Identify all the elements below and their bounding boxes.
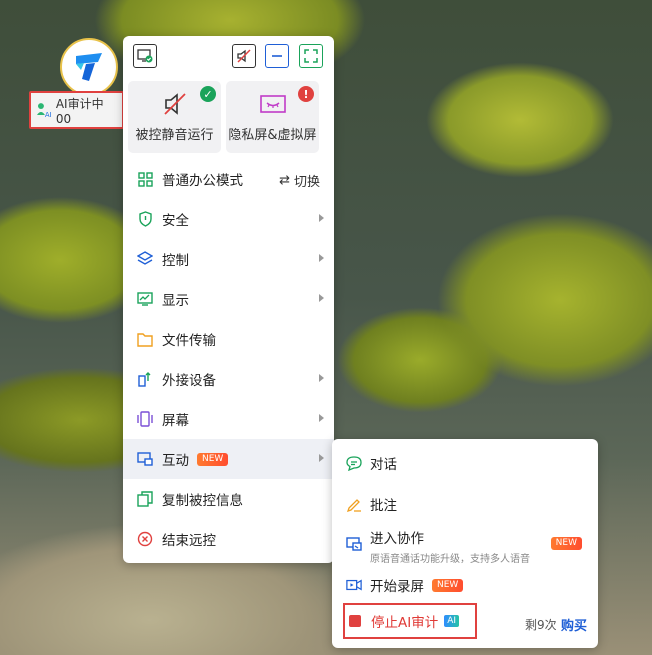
submenu-chat-label: 对话 [370, 457, 397, 473]
app-logo[interactable] [60, 38, 118, 96]
menu-item-file-transfer[interactable]: 文件传输 [123, 319, 334, 359]
chat-bubble-icon [346, 455, 362, 471]
menu-item-end-remote[interactable]: 结束远控 [123, 519, 334, 559]
grid-icon [137, 171, 153, 187]
chevron-right-icon [319, 214, 324, 222]
stop-ai-audit-label: 停止AI审计 [371, 615, 439, 631]
chevron-right-icon [319, 414, 324, 422]
ai-tag: AI [444, 615, 460, 627]
alert-icon: ! [298, 86, 314, 102]
close-circle-icon [137, 531, 153, 547]
menu-item-display[interactable]: 显示 [123, 279, 334, 319]
menu-item-security[interactable]: 安全 [123, 199, 334, 239]
menu-item-label: 结束远控 [162, 533, 216, 549]
submenu-item-annotate[interactable]: 批注 [332, 494, 598, 514]
copy-icon [137, 491, 153, 507]
pen-icon [346, 496, 362, 512]
menu-item-label: 控制 [162, 253, 189, 269]
swap-icon: ⇄ [279, 173, 290, 188]
chevron-right-icon [319, 454, 324, 462]
submenu-item-record[interactable]: 开始录屏 NEW [332, 575, 598, 595]
office-mode-label: 普通办公模式 [162, 173, 243, 189]
new-badge: NEW [550, 537, 582, 550]
video-camera-icon [346, 577, 362, 593]
fullscreen-icon [304, 49, 318, 63]
submenu-record-label: 开始录屏 [370, 579, 424, 595]
new-badge: NEW [197, 452, 229, 466]
collab-text: 进入协作 原语音通话功能升级，支持多人语音 [370, 527, 530, 565]
chevron-right-icon [319, 374, 324, 382]
minimize-button[interactable] [265, 44, 289, 68]
collab-title: 进入协作 [370, 531, 424, 547]
quick-cards: ✓ 被控静音运行 ! 隐私屏&虚拟屏 [128, 81, 330, 153]
privacy-screen-card[interactable]: ! 隐私屏&虚拟屏 [226, 81, 319, 153]
mute-toggle-button[interactable] [232, 44, 256, 68]
switch-mode-button[interactable]: ⇄ 切换 [279, 171, 320, 190]
switch-label: 切换 [293, 175, 320, 190]
menu-item-label: 文件传输 [162, 333, 216, 349]
chat-screen-icon [137, 451, 153, 467]
menu-item-label: 外接设备 [162, 373, 216, 389]
fullscreen-button[interactable] [299, 44, 323, 68]
menu-item-control[interactable]: 控制 [123, 239, 334, 279]
panel-toolbar [131, 44, 326, 72]
buy-link[interactable]: 购买 [561, 615, 587, 634]
usb-device-icon [137, 371, 153, 387]
screen-status-button[interactable] [133, 44, 157, 68]
silent-run-label: 被控静音运行 [135, 128, 214, 143]
menu-item-label: 互动 [162, 453, 189, 469]
office-mode-item[interactable]: 普通办公模式 ⇄ 切换 [123, 159, 334, 199]
minimize-icon [272, 55, 282, 57]
menu-item-devices[interactable]: 外接设备 [123, 359, 334, 399]
chevron-right-icon [319, 254, 324, 262]
submenu-item-chat[interactable]: 对话 [332, 453, 598, 473]
stop-ai-audit-button[interactable]: 停止AI审计 AI [343, 603, 477, 639]
folder-icon [137, 331, 153, 347]
check-icon: ✓ [200, 86, 216, 102]
new-badge: NEW [432, 578, 464, 592]
collab-screen-icon [346, 536, 362, 552]
menu-item-label: 屏幕 [162, 413, 189, 429]
remote-control-panel: ✓ 被控静音运行 ! 隐私屏&虚拟屏 普通办公模式 ⇄ 切换 安全 控制 显示 … [123, 36, 334, 563]
silent-run-card[interactable]: ✓ 被控静音运行 [128, 81, 221, 153]
shield-icon [137, 211, 153, 227]
layers-icon [137, 251, 153, 267]
svg-text:AI: AI [45, 111, 52, 118]
menu-item-screen[interactable]: 屏幕 [123, 399, 334, 439]
stop-square-icon [349, 615, 361, 627]
menu-item-copy-info[interactable]: 复制被控信息 [123, 479, 334, 519]
monitor-chart-icon [137, 291, 153, 307]
remaining-count: 剩9次 [525, 618, 557, 632]
chevron-right-icon [319, 294, 324, 302]
menu-item-label: 安全 [162, 213, 189, 229]
collab-description: 原语音通话功能升级，支持多人语音 [370, 554, 530, 565]
screens-icon [137, 411, 153, 427]
ai-audit-text: AI审计中 00 [55, 96, 104, 126]
ai-audit-badge[interactable]: AI AI审计中 00 [29, 91, 124, 129]
menu-item-label: 显示 [162, 293, 189, 309]
silent-speaker-icon [163, 93, 186, 115]
ai-audit-icon: AI [36, 103, 52, 118]
privacy-screen-icon [259, 95, 286, 113]
interact-submenu: 对话 批注 进入协作 原语音通话功能升级，支持多人语音 NEW 开始录屏 NEW… [332, 439, 598, 648]
submenu-annotate-label: 批注 [370, 498, 397, 514]
menu-item-label: 复制被控信息 [162, 493, 243, 509]
submenu-item-collab[interactable]: 进入协作 原语音通话功能升级，支持多人语音 NEW [332, 527, 598, 565]
privacy-screen-label: 隐私屏&虚拟屏 [228, 128, 317, 143]
speaker-mute-icon [237, 49, 251, 63]
panel-menu: 普通办公模式 ⇄ 切换 安全 控制 显示 文件传输 外接设备 屏幕 互动 NEW… [123, 159, 334, 559]
menu-item-interact[interactable]: 互动 NEW [123, 439, 334, 479]
screen-check-icon [137, 49, 153, 63]
todesk-logo-icon [76, 53, 102, 81]
